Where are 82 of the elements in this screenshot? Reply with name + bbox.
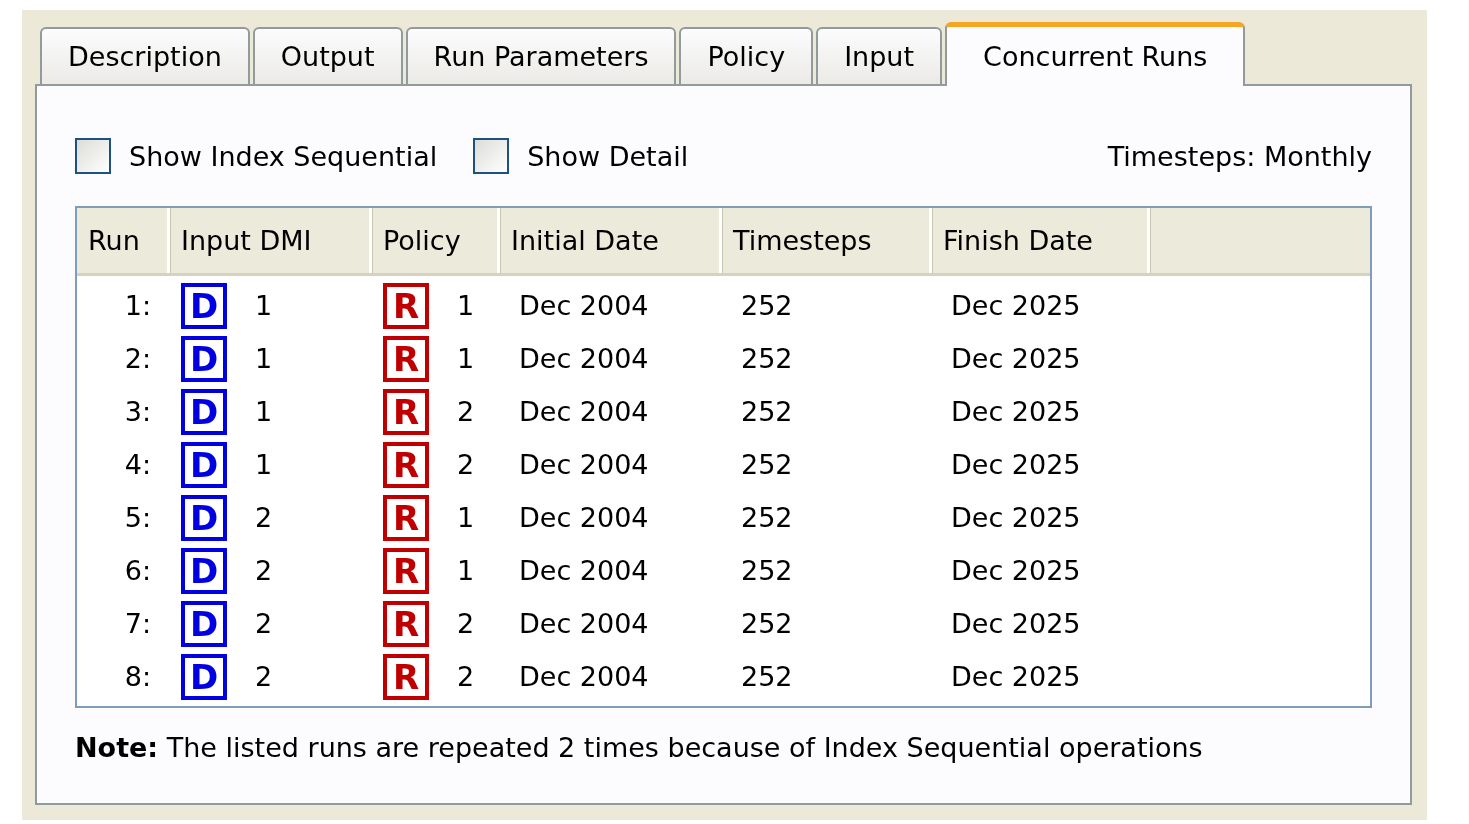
badge-icon: R bbox=[383, 653, 429, 700]
note-text: Note: The listed runs are repeated 2 times because of Index Sequential operations bbox=[75, 732, 1204, 763]
column-header[interactable]: Policy bbox=[372, 208, 500, 273]
badge-icon: D bbox=[181, 600, 227, 647]
table-cell-text: Dec 2025 bbox=[950, 661, 1082, 692]
column-header[interactable]: Run bbox=[77, 208, 170, 273]
tab[interactable]: Input bbox=[816, 27, 943, 84]
table-cell: 1 bbox=[457, 343, 475, 374]
timesteps-label: Timesteps: Monthly bbox=[1107, 140, 1372, 172]
checkbox-label: Show Detail bbox=[527, 140, 689, 172]
badge-icon: R bbox=[383, 441, 429, 488]
table-cell: 2 bbox=[457, 396, 475, 427]
table-cell-text: 252 bbox=[740, 396, 794, 427]
checkbox-label: Show Index Sequential bbox=[129, 140, 438, 172]
table-cell-text: Dec 2004 bbox=[518, 661, 650, 692]
badge-icon: R bbox=[383, 494, 429, 541]
column-header[interactable]: Initial Date bbox=[500, 208, 722, 273]
badge-icon: D bbox=[181, 441, 227, 488]
table-cell: 2 bbox=[457, 449, 475, 480]
table-cell-text: 252 bbox=[740, 290, 794, 321]
table-cell-text: 252 bbox=[740, 555, 794, 586]
badge-icon: R bbox=[383, 388, 429, 435]
column-header[interactable]: Finish Date bbox=[932, 208, 1150, 273]
table-cell-text: Dec 2025 bbox=[950, 502, 1082, 533]
table-cell: 2 bbox=[255, 661, 273, 692]
badge-icon: R bbox=[383, 600, 429, 647]
table-cell: 2 bbox=[255, 502, 273, 533]
table-cell: 1 bbox=[457, 502, 475, 533]
run-number: 6: bbox=[123, 555, 152, 586]
badge-icon: R bbox=[383, 547, 429, 594]
table-cell: 1 bbox=[255, 449, 273, 480]
checkbox[interactable] bbox=[473, 138, 510, 174]
table-cell: 1 bbox=[457, 555, 475, 586]
tab[interactable]: Description bbox=[40, 27, 250, 84]
run-number: 7: bbox=[123, 608, 152, 639]
column-header[interactable]: Timesteps bbox=[722, 208, 932, 273]
badge-icon: D bbox=[181, 494, 227, 541]
run-number: 3: bbox=[123, 396, 152, 427]
tab[interactable]: Output bbox=[252, 27, 403, 84]
table-cell: 2 bbox=[255, 555, 273, 586]
table-cell-text: 252 bbox=[740, 449, 794, 480]
table-cell-text: Dec 2025 bbox=[950, 449, 1082, 480]
tab[interactable]: Run Parameters bbox=[405, 27, 677, 84]
table-cell-text: Dec 2004 bbox=[518, 555, 650, 586]
run-number: 8: bbox=[123, 661, 152, 692]
table-cell-text: 252 bbox=[740, 661, 794, 692]
table-cell-text: Dec 2025 bbox=[950, 396, 1082, 427]
badge-icon: D bbox=[181, 547, 227, 594]
table-cell-text: 252 bbox=[740, 608, 794, 639]
table-cell: 2 bbox=[457, 661, 475, 692]
table-cell: 1 bbox=[255, 290, 273, 321]
table-cell-text: Dec 2004 bbox=[518, 502, 650, 533]
table-cell-text: Dec 2004 bbox=[518, 343, 650, 374]
badge-icon: R bbox=[383, 282, 429, 329]
tab[interactable]: Policy bbox=[679, 27, 814, 84]
table-cell: 1 bbox=[255, 343, 273, 374]
table-cell-text: Dec 2004 bbox=[518, 290, 650, 321]
table-cell: 2 bbox=[255, 608, 273, 639]
checkbox[interactable] bbox=[75, 138, 111, 174]
table-cell: 1 bbox=[255, 396, 273, 427]
badge-icon: D bbox=[181, 653, 227, 700]
run-number: 2: bbox=[123, 343, 152, 374]
badge-icon: D bbox=[181, 282, 227, 329]
table-cell-text: 252 bbox=[740, 343, 794, 374]
table-cell-text: Dec 2025 bbox=[950, 608, 1082, 639]
run-number: 4: bbox=[123, 449, 152, 480]
table-cell-text: 252 bbox=[740, 502, 794, 533]
badge-icon: D bbox=[181, 388, 227, 435]
table-cell-text: Dec 2025 bbox=[950, 290, 1082, 321]
badge-icon: D bbox=[181, 335, 227, 382]
tab[interactable]: Concurrent Runs bbox=[945, 22, 1246, 86]
table-cell-text: Dec 2004 bbox=[518, 396, 650, 427]
table-cell: 1 bbox=[457, 290, 475, 321]
table-cell: 2 bbox=[457, 608, 475, 639]
table-cell-text: Dec 2025 bbox=[950, 343, 1082, 374]
table-cell-text: Dec 2004 bbox=[518, 608, 650, 639]
run-number: 1: bbox=[123, 290, 152, 321]
column-header[interactable]: Input DMI bbox=[170, 208, 372, 273]
badge-icon: R bbox=[383, 335, 429, 382]
table-cell-text: Dec 2004 bbox=[518, 449, 650, 480]
run-number: 5: bbox=[123, 502, 152, 533]
table-cell-text: Dec 2025 bbox=[950, 555, 1082, 586]
